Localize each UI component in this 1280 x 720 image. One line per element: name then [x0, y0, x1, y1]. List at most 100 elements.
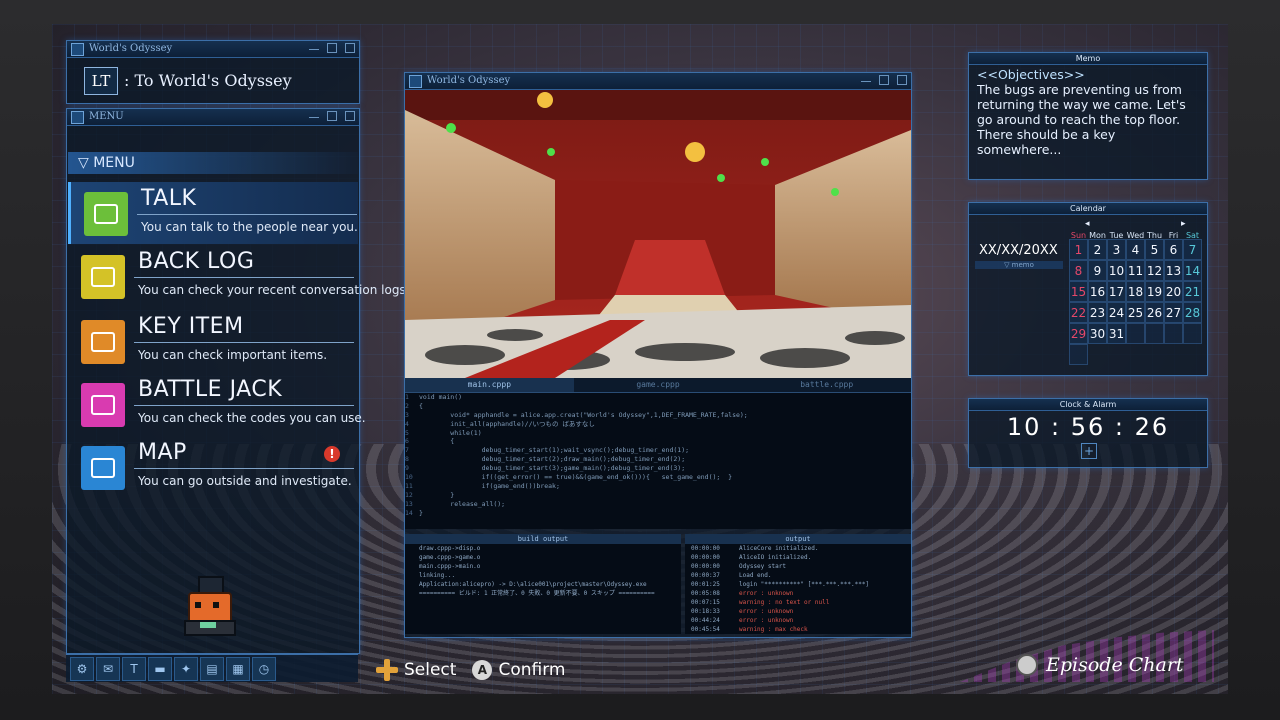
output-time: 00:18:33: [691, 608, 720, 615]
calendar-day[interactable]: 5: [1145, 239, 1164, 260]
tab-main-cppp[interactable]: main.cppp: [405, 378, 574, 392]
maximize-button[interactable]: [327, 111, 337, 121]
calendar-day[interactable]: 20: [1164, 281, 1183, 302]
app-icon: [409, 75, 422, 88]
line-number: 5: [405, 428, 409, 437]
clock-titlebar: Clock & Alarm: [969, 399, 1207, 411]
calendar-day[interactable]: 21: [1183, 281, 1202, 302]
close-button[interactable]: [345, 43, 355, 53]
calendar-day[interactable]: 15: [1069, 281, 1088, 302]
memo-text: The bugs are preventing us from returnin…: [977, 82, 1186, 157]
calendar-day[interactable]: 6: [1164, 239, 1183, 260]
code-text: void main(): [419, 393, 463, 401]
calculator-icon[interactable]: ▤: [200, 656, 224, 681]
minimize-button[interactable]: [861, 75, 871, 82]
output-time: 00:01:25: [691, 581, 720, 588]
menu-item-battle-jack[interactable]: BATTLE JACK You can check the codes you c…: [68, 373, 366, 435]
calendar-empty-cell: [1069, 344, 1088, 365]
code-line: 1 void main(): [405, 393, 911, 402]
minimize-button[interactable]: [309, 111, 319, 118]
tab-game-cppp[interactable]: game.cppp: [574, 378, 743, 392]
calendar-day[interactable]: 13: [1164, 260, 1183, 281]
calendar-day[interactable]: 16: [1088, 281, 1107, 302]
calendar-day[interactable]: 12: [1145, 260, 1164, 281]
calendar-day[interactable]: 19: [1145, 281, 1164, 302]
clock-window: Clock & Alarm 10 : 56 : 26 +: [968, 398, 1208, 468]
button-hints: Select A Confirm: [376, 656, 565, 684]
calendar-day[interactable]: 26: [1145, 302, 1164, 323]
calendar-day[interactable]: 17: [1107, 281, 1126, 302]
output-time: 00:00:00: [691, 554, 720, 561]
calendar-day[interactable]: 29: [1069, 323, 1088, 344]
settings-icon[interactable]: ⚙: [70, 656, 94, 681]
t-icon[interactable]: T: [122, 656, 146, 681]
clock-minutes: 56: [1070, 413, 1106, 441]
calendar-memo-toggle[interactable]: ▽ memo: [975, 261, 1063, 269]
menu-titlebar: MENU: [67, 109, 359, 126]
maximize-button[interactable]: [879, 75, 889, 85]
calendar-day[interactable]: 22: [1069, 302, 1088, 323]
calendar-icon[interactable]: ▦: [226, 656, 250, 681]
build-output-line: Application:alicepro) -> D:\alice001\pro…: [419, 581, 647, 588]
calendar-day[interactable]: 8: [1069, 260, 1088, 281]
calendar-day[interactable]: 2: [1088, 239, 1107, 260]
mail-icon[interactable]: ✉: [96, 656, 120, 681]
calendar-day[interactable]: 7: [1183, 239, 1202, 260]
code-text: debug_timer_start(2);draw_main();debug_t…: [419, 455, 686, 464]
output-text: Odyssey start: [739, 563, 786, 570]
calendar-day[interactable]: 4: [1126, 239, 1145, 260]
calendar-day[interactable]: 14: [1183, 260, 1202, 281]
menu-item-talk[interactable]: TALK You can talk to the people near you.: [68, 182, 358, 244]
alert-icon: !: [324, 446, 340, 462]
add-alarm-button[interactable]: +: [1081, 443, 1097, 459]
clock-icon[interactable]: ◷: [252, 656, 276, 681]
calendar-day[interactable]: 23: [1088, 302, 1107, 323]
tab-battle-cppp[interactable]: battle.cppp: [742, 378, 911, 392]
game-window-title: World's Odyssey: [427, 75, 511, 86]
calendar-day[interactable]: 1: [1069, 239, 1088, 260]
calendar-day[interactable]: 24: [1107, 302, 1126, 323]
menu-item-label: BACK LOG: [138, 249, 255, 274]
code-line: 6 {: [405, 437, 911, 446]
game-scene-view: [405, 90, 911, 378]
calendar-day[interactable]: 9: [1088, 260, 1107, 281]
menu-item-map[interactable]: MAP You can go outside and investigate.!: [68, 436, 358, 498]
to-odyssey-shortcut[interactable]: LT : To World's Odyssey: [68, 60, 356, 102]
calendar-day[interactable]: 27: [1164, 302, 1183, 323]
calendar-day[interactable]: 25: [1126, 302, 1145, 323]
menu-item-label: KEY ITEM: [138, 314, 244, 339]
code-text: {: [419, 437, 455, 446]
calendar-day[interactable]: 31: [1107, 323, 1126, 344]
code-area: 1 void main() 2{3 void* apphandle = alice.…: [405, 393, 911, 529]
log-list-icon: [81, 255, 125, 299]
line-number: 4: [405, 419, 409, 428]
calendar-day[interactable]: 30: [1088, 323, 1107, 344]
calendar-day[interactable]: 11: [1126, 260, 1145, 281]
episode-chart-button[interactable]: Episode Chart: [960, 630, 1214, 682]
maximize-button[interactable]: [327, 43, 337, 53]
menu-item-label: TALK: [141, 186, 197, 211]
cursor-icon[interactable]: ✦: [174, 656, 198, 681]
calendar-day[interactable]: 10: [1107, 260, 1126, 281]
calendar-day[interactable]: 28: [1183, 302, 1202, 323]
close-button[interactable]: [897, 75, 907, 85]
code-text: while(1): [419, 428, 482, 437]
calendar-day[interactable]: 18: [1126, 281, 1145, 302]
to-odyssey-label: : To World's Odyssey: [124, 71, 292, 90]
minimize-button[interactable]: [309, 43, 319, 50]
menu-item-description: You can check important items.: [138, 348, 328, 362]
code-line: 2{: [405, 402, 911, 411]
code-line: 11 if(game_end())break;: [405, 482, 911, 491]
calendar-prev-button[interactable]: ◂: [1085, 219, 1090, 229]
menu-item-back-log[interactable]: BACK LOG You can check your recent conver…: [68, 245, 410, 307]
close-button[interactable]: [345, 111, 355, 121]
menu-item-key-item[interactable]: KEY ITEM You can check important items.: [68, 310, 358, 372]
code-text: release_all();: [419, 499, 506, 508]
calendar-next-button[interactable]: ▸: [1181, 219, 1186, 229]
memo-titlebar: Memo: [969, 53, 1207, 65]
calendar-day[interactable]: 3: [1107, 239, 1126, 260]
folder-icon[interactable]: ▬: [148, 656, 172, 681]
build-output-line: linking...: [419, 572, 456, 579]
menu-item-description: You can check the codes you can use.: [138, 411, 366, 425]
build-output-line: main.cppp->main.o: [419, 563, 481, 570]
